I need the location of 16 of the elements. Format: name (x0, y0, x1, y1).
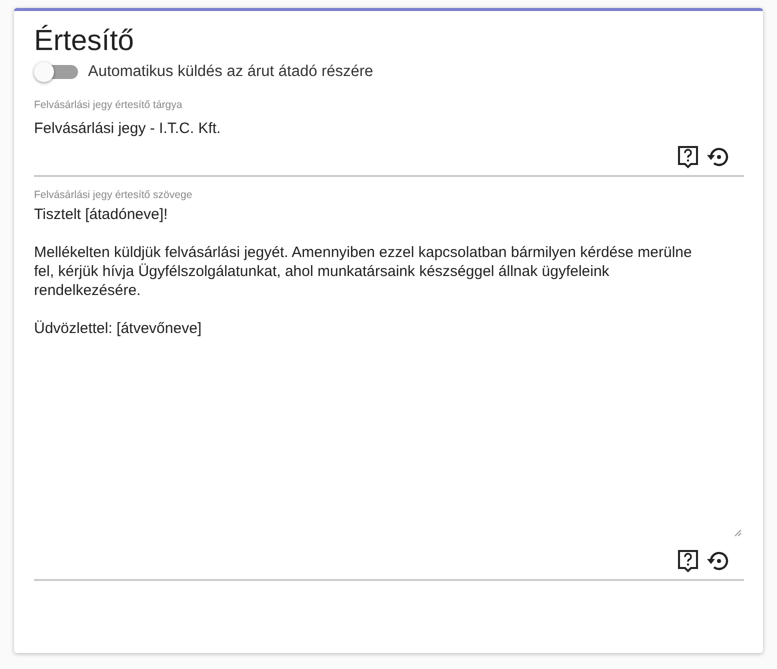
field-label: Felvásárlási jegy értesítő tárgya (34, 99, 184, 111)
message-field[interactable]: Tisztelt [átadóneve]! Mellékelten küldjük felvásárlási jegyét. Amennyiben ezzel kapcsolatban bármilyen kérdése merülne fel, kérjük hívja Ügyfélszolgálatunkat, ahol munkatársaink készséggel állnak ügyfeleink rendelkezésére. Üdvözlettel: [átvevőneve] (34, 205, 744, 543)
help-button[interactable] (676, 549, 700, 573)
toggle-label: Automatikus küldés az árut átadó részére (88, 63, 374, 81)
subject-field[interactable]: Felvásárlási jegy - I.T.C. Kft. (34, 119, 744, 139)
card-title: Értesítő (34, 24, 135, 59)
help-icon (677, 145, 699, 169)
resize-grip-icon[interactable] (734, 529, 742, 537)
reset-button[interactable] (706, 145, 730, 169)
restore-icon (706, 146, 730, 168)
restore-icon (706, 550, 730, 572)
reset-button[interactable] (706, 549, 730, 573)
field-label: Felvásárlási jegy értesítő szövege (34, 189, 194, 201)
help-icon (677, 549, 699, 573)
toggle-switch[interactable] (34, 63, 78, 81)
help-button[interactable] (676, 145, 700, 169)
